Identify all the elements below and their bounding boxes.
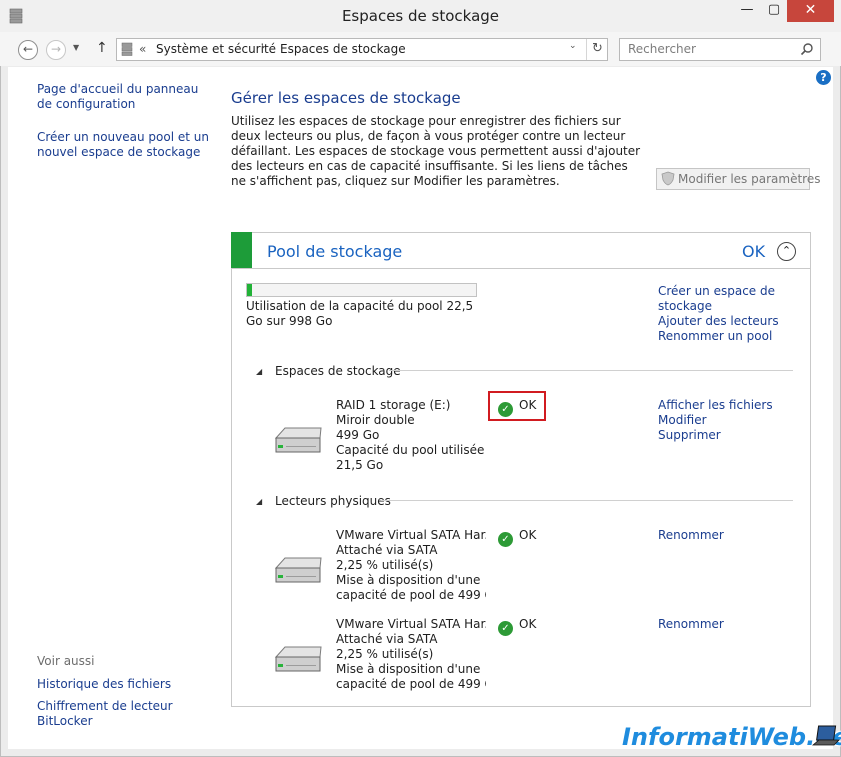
search-input[interactable]: Rechercher: [619, 38, 821, 61]
modify-settings-button[interactable]: Modifier les paramètres: [656, 168, 820, 190]
storage-space-size: 499 Go: [336, 428, 380, 442]
search-placeholder: Rechercher: [628, 42, 696, 56]
forward-button[interactable]: →: [46, 40, 66, 60]
refresh-button[interactable]: ↻: [586, 39, 608, 60]
storage-spaces-heading: Espaces de stockage: [275, 364, 401, 378]
view-files-link[interactable]: Afficher les fichiers: [658, 398, 808, 413]
storage-space-details: RAID 1 storage (E:) Miroir double 499 Go…: [336, 398, 486, 473]
breadcrumb-arrow-icon[interactable]: ›: [261, 42, 265, 53]
section-divider: [381, 500, 793, 501]
storage-space-name: RAID 1 storage (E:): [336, 398, 451, 412]
shield-icon: [661, 171, 675, 186]
up-button[interactable]: ↑: [96, 40, 108, 56]
storage-location-icon: [121, 42, 133, 56]
pool-capacity-text: Utilisation de la capacité du pool 22,5 …: [246, 299, 474, 328]
drive-icon: [274, 557, 322, 583]
rename-drive-link[interactable]: Renommer: [658, 617, 808, 632]
add-drives-link[interactable]: Ajouter des lecteurs: [658, 314, 808, 329]
see-also-heading: Voir aussi: [37, 654, 95, 668]
create-storage-space-link[interactable]: Créer un espace de stockage: [658, 284, 808, 314]
drive-provision-value: capacité de pool de 499 Go: [336, 677, 486, 691]
pool-status: OK: [742, 242, 766, 261]
maximize-button[interactable]: ▢: [761, 0, 787, 22]
back-button[interactable]: ←: [18, 40, 38, 60]
drive-links: Renommer: [658, 617, 808, 632]
drive-status: ✓ OK: [498, 528, 536, 547]
drive-icon: [274, 646, 322, 672]
drive-provision: Mise à disposition d'une: [336, 662, 481, 676]
section-divider: [389, 370, 793, 371]
laptop-logo-icon: [812, 725, 840, 746]
sidebar-link-create-pool[interactable]: Créer un nouveau pool et un nouvel espac…: [37, 130, 217, 160]
modify-link[interactable]: Modifier: [658, 413, 808, 428]
delete-link[interactable]: Supprimer: [658, 428, 808, 443]
breadcrumb-overflow-icon[interactable]: «: [139, 42, 146, 56]
drive-name: VMware Virtual SATA Har...: [336, 528, 486, 542]
physical-drive-details: VMware Virtual SATA Har... Attaché via S…: [336, 617, 486, 692]
address-bar[interactable]: « Système et sécurité › Espaces de stock…: [116, 38, 608, 61]
sidebar-link-file-history[interactable]: Historique des fichiers: [37, 677, 217, 692]
minimize-button[interactable]: —: [733, 0, 761, 22]
drive-icon: [274, 427, 322, 453]
collapse-pool-button[interactable]: ⌃: [777, 242, 796, 261]
rename-pool-link[interactable]: Renommer un pool: [658, 329, 808, 344]
drive-provision-value: capacité de pool de 499 Go: [336, 588, 486, 602]
pool-capacity-fill: [247, 284, 253, 296]
pool-task-links: Créer un espace de stockage Ajouter des …: [658, 284, 808, 344]
modify-settings-label: Modifier les paramètres: [678, 172, 821, 186]
physical-drives-heading: Lecteurs physiques: [275, 494, 391, 508]
breadcrumb-storage-spaces[interactable]: Espaces de stockage: [280, 42, 406, 56]
search-icon[interactable]: [800, 42, 814, 56]
drive-status: ✓ OK: [498, 617, 536, 636]
page-title: Gérer les espaces de stockage: [231, 89, 461, 107]
highlight-annotation: [488, 391, 546, 421]
breadcrumb-system-security[interactable]: Système et sécurité: [156, 42, 276, 56]
drive-connection: Attaché via SATA: [336, 632, 438, 646]
pool-capacity-bar: [246, 283, 477, 297]
check-icon: ✓: [498, 532, 513, 547]
window-title: Espaces de stockage: [341, 7, 500, 25]
pool-title: Pool de stockage: [267, 242, 403, 261]
storage-space-links: Afficher les fichiers Modifier Supprimer: [658, 398, 808, 443]
drive-provision: Mise à disposition d'une: [336, 573, 481, 587]
rename-drive-link[interactable]: Renommer: [658, 528, 808, 543]
address-dropdown-icon[interactable]: ⌄: [569, 41, 577, 51]
title-bar: Espaces de stockage — ▢ ✕: [0, 0, 841, 32]
watermark-text: InformatiWeb.net: [622, 723, 841, 751]
drive-usage: 2,25 % utilisé(s): [336, 558, 434, 572]
storage-space-usage-value: 21,5 Go: [336, 458, 384, 472]
physical-drive-details: VMware Virtual SATA Har... Attaché via S…: [336, 528, 486, 603]
drive-connection: Attaché via SATA: [336, 543, 438, 557]
pool-status-strip: [231, 232, 252, 269]
drive-usage: 2,25 % utilisé(s): [336, 647, 434, 661]
pool-header-divider: [231, 268, 811, 269]
recent-locations-icon[interactable]: ▼: [73, 43, 79, 52]
drive-status-label: OK: [519, 617, 537, 631]
storage-space-resiliency: Miroir double: [336, 413, 415, 427]
close-button[interactable]: ✕: [787, 0, 834, 22]
storage-space-usage: Capacité du pool utilisée à: [336, 443, 486, 457]
intro-text: Utilisez les espaces de stockage pour en…: [231, 114, 641, 188]
drive-links: Renommer: [658, 528, 808, 543]
help-icon[interactable]: ?: [816, 70, 831, 85]
sidebar-link-control-panel-home[interactable]: Page d'accueil du panneau de configurati…: [37, 82, 217, 112]
sidebar-link-bitlocker[interactable]: Chiffrement de lecteur BitLocker: [37, 699, 177, 729]
collapse-spaces-icon[interactable]: ◢: [256, 367, 262, 376]
check-icon: ✓: [498, 621, 513, 636]
drive-status-label: OK: [519, 528, 537, 542]
collapse-drives-icon[interactable]: ◢: [256, 497, 262, 506]
drive-name: VMware Virtual SATA Har...: [336, 617, 486, 631]
